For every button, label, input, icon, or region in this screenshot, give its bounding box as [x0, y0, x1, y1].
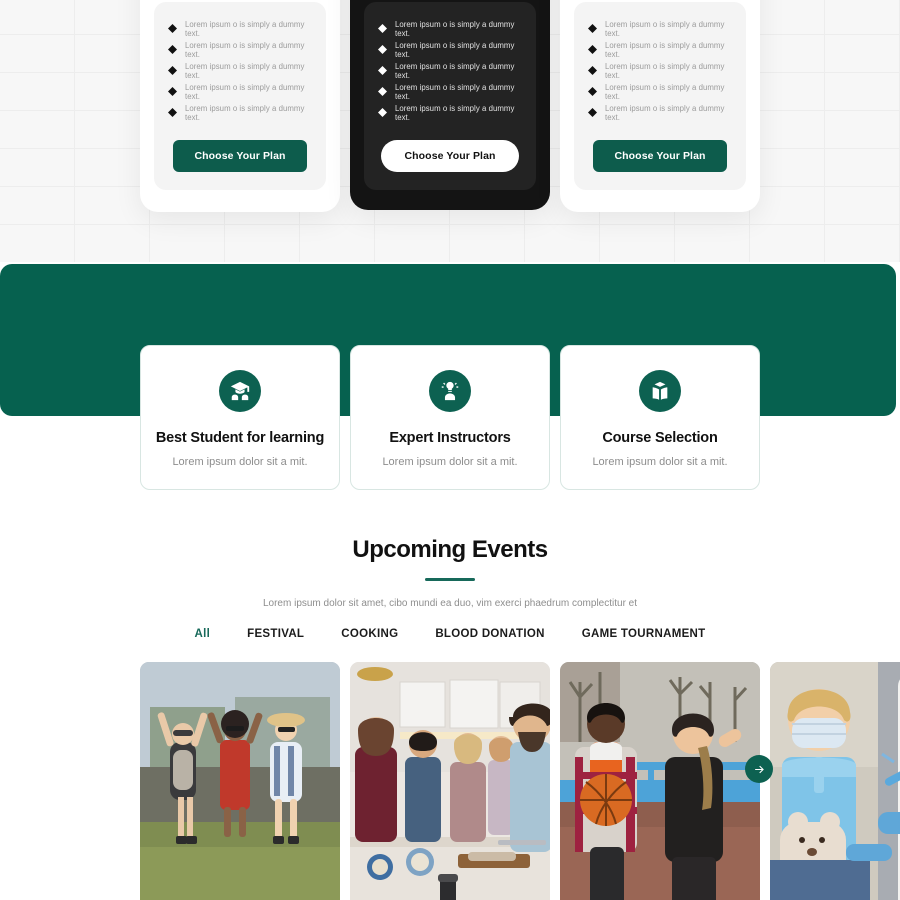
- pricing-section: $ 60 Per Monthly Lorem ipsum o is simply…: [0, 0, 900, 262]
- feature-item: Lorem ipsum o is simply a dummy text.: [574, 60, 746, 81]
- feature-item: Lorem ipsum o is simply a dummy text.: [574, 39, 746, 60]
- feature-item: Lorem ipsum o is simply a dummy text.: [364, 81, 536, 102]
- feature-label: Lorem ipsum o is simply a dummy text.: [185, 82, 305, 101]
- diamond-bullet-icon: [168, 24, 177, 33]
- event-image-blood-donation: [770, 662, 900, 900]
- feature-label: Lorem ipsum o is simply a dummy text.: [395, 103, 515, 122]
- title-underline: [425, 578, 475, 581]
- page-title: Upcoming Events: [352, 536, 548, 563]
- feature-card-expert-instructors[interactable]: Expert Instructors Lorem ipsum dolor sit…: [350, 345, 550, 490]
- feature-label: Lorem ipsum o is simply a dummy text.: [395, 61, 515, 80]
- upcoming-events-section: Upcoming Events Lorem ipsum dolor sit am…: [0, 516, 900, 900]
- tab-game-tournament[interactable]: GAME TOURNAMENT: [582, 628, 706, 640]
- section-subtitle: Lorem ipsum dolor sit amet, cibo mundi e…: [262, 598, 638, 609]
- tab-cooking[interactable]: COOKING: [341, 628, 398, 640]
- feature-item: Lorem ipsum o is simply a dummy text.: [364, 60, 536, 81]
- diamond-bullet-icon: [168, 45, 177, 54]
- carousel-track: [140, 662, 900, 900]
- feature-label: Lorem ipsum o is simply a dummy text.: [395, 40, 515, 59]
- diamond-bullet-icon: [588, 24, 597, 33]
- pricing-card-header: $ 120 Per Monthly: [560, 0, 760, 2]
- tab-all[interactable]: All: [195, 628, 211, 640]
- pricing-features-panel: Lorem ipsum o is simply a dummy text. Lo…: [574, 2, 746, 190]
- event-card[interactable]: [350, 662, 550, 900]
- feature-label: Lorem ipsum o is simply a dummy text.: [185, 19, 305, 38]
- pricing-features-panel: Lorem ipsum o is simply a dummy text. Lo…: [364, 2, 536, 190]
- pricing-card-header: $ 60 Per Monthly: [140, 0, 340, 2]
- event-image-festival: [140, 662, 340, 900]
- diamond-bullet-icon: [588, 66, 597, 75]
- diamond-bullet-icon: [378, 108, 387, 117]
- feature-item: Lorem ipsum o is simply a dummy text.: [364, 39, 536, 60]
- feature-card-desc: Lorem ipsum dolor sit a mit.: [592, 456, 728, 468]
- tab-blood-donation[interactable]: BLOOD DONATION: [435, 628, 544, 640]
- event-card[interactable]: [770, 662, 900, 900]
- feature-label: Lorem ipsum o is simply a dummy text.: [185, 103, 305, 122]
- feature-item: Lorem ipsum o is simply a dummy text.: [364, 102, 536, 123]
- diamond-bullet-icon: [378, 24, 387, 33]
- feature-label: Lorem ipsum o is simply a dummy text.: [605, 19, 725, 38]
- feature-card-title: Best Student for learning: [155, 430, 325, 446]
- pricing-card-premium[interactable]: $ 120 Per Monthly Lorem ipsum o is simpl…: [560, 0, 760, 212]
- feature-card-title: Expert Instructors: [389, 430, 511, 446]
- feature-label: Lorem ipsum o is simply a dummy text.: [185, 40, 305, 59]
- event-filter-tabs: All FESTIVAL COOKING BLOOD DONATION GAME…: [0, 628, 900, 640]
- feature-item: Lorem ipsum o is simply a dummy text.: [154, 39, 326, 60]
- feature-card-desc: Lorem ipsum dolor sit a mit.: [172, 456, 308, 468]
- feature-label: Lorem ipsum o is simply a dummy text.: [605, 61, 725, 80]
- pricing-card-basic[interactable]: $ 60 Per Monthly Lorem ipsum o is simply…: [140, 0, 340, 212]
- diamond-bullet-icon: [168, 87, 177, 96]
- graduate-icon: [219, 370, 261, 412]
- feature-item: Lorem ipsum o is simply a dummy text.: [154, 81, 326, 102]
- feature-item: Lorem ipsum o is simply a dummy text.: [154, 60, 326, 81]
- diamond-bullet-icon: [588, 87, 597, 96]
- feature-label: Lorem ipsum o is simply a dummy text.: [185, 61, 305, 80]
- carousel-next-button[interactable]: [745, 755, 773, 783]
- pricing-card-featured[interactable]: $ 90 Per Monthly Lorem ipsum o is simply…: [350, 0, 550, 210]
- feature-card-desc: Lorem ipsum dolor sit a mit.: [382, 456, 518, 468]
- event-image-basketball: [560, 662, 760, 900]
- arrow-right-icon: [754, 765, 764, 773]
- tab-festival[interactable]: FESTIVAL: [247, 628, 304, 640]
- choose-your-plan-button[interactable]: Choose Your Plan: [381, 140, 519, 172]
- diamond-bullet-icon: [378, 66, 387, 75]
- book-cap-icon: [639, 370, 681, 412]
- feature-item: Lorem ipsum o is simply a dummy text.: [154, 18, 326, 39]
- diamond-bullet-icon: [168, 66, 177, 75]
- choose-your-plan-button[interactable]: Choose Your Plan: [173, 140, 307, 172]
- feature-card-title: Course Selection: [602, 430, 718, 446]
- feature-label: Lorem ipsum o is simply a dummy text.: [395, 82, 515, 101]
- feature-item: Lorem ipsum o is simply a dummy text.: [154, 102, 326, 123]
- feature-label: Lorem ipsum o is simply a dummy text.: [605, 103, 725, 122]
- feature-item: Lorem ipsum o is simply a dummy text.: [574, 102, 746, 123]
- diamond-bullet-icon: [378, 45, 387, 54]
- landing-page: $ 60 Per Monthly Lorem ipsum o is simply…: [0, 0, 900, 900]
- event-image-cooking: [350, 662, 550, 900]
- event-card[interactable]: [140, 662, 340, 900]
- event-card[interactable]: [560, 662, 760, 900]
- feature-label: Lorem ipsum o is simply a dummy text.: [605, 40, 725, 59]
- feature-item: Lorem ipsum o is simply a dummy text.: [574, 18, 746, 39]
- choose-your-plan-button[interactable]: Choose Your Plan: [593, 140, 727, 172]
- feature-item: Lorem ipsum o is simply a dummy text.: [364, 18, 536, 39]
- diamond-bullet-icon: [168, 108, 177, 117]
- idea-person-icon: [429, 370, 471, 412]
- feature-label: Lorem ipsum o is simply a dummy text.: [605, 82, 725, 101]
- feature-card-course-selection[interactable]: Course Selection Lorem ipsum dolor sit a…: [560, 345, 760, 490]
- pricing-card-header: $ 90 Per Monthly: [350, 0, 550, 2]
- feature-card-best-student[interactable]: Best Student for learning Lorem ipsum do…: [140, 345, 340, 490]
- diamond-bullet-icon: [588, 108, 597, 117]
- diamond-bullet-icon: [378, 87, 387, 96]
- feature-item: Lorem ipsum o is simply a dummy text.: [574, 81, 746, 102]
- diamond-bullet-icon: [588, 45, 597, 54]
- feature-label: Lorem ipsum o is simply a dummy text.: [395, 19, 515, 38]
- pricing-features-panel: Lorem ipsum o is simply a dummy text. Lo…: [154, 2, 326, 190]
